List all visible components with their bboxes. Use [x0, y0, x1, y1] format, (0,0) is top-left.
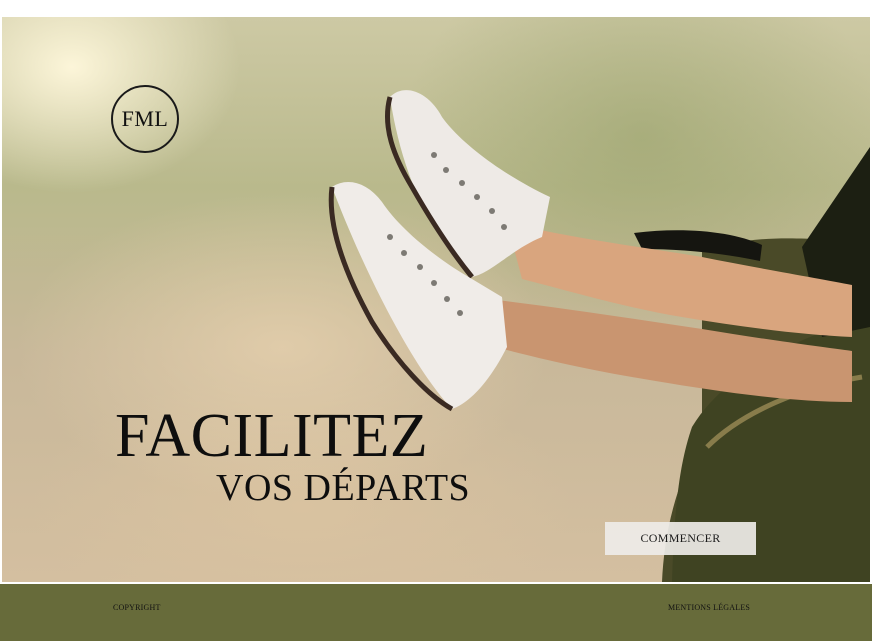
footer-copyright-link[interactable]: COPYRIGHT	[113, 603, 161, 612]
brand-logo-text: FML	[121, 106, 169, 131]
start-button-label: COMMENCER	[640, 531, 721, 545]
hero-section: FML FACILITEZ VOS DÉPARTS COMMENCER	[2, 17, 870, 582]
hero-subheadline: VOS DÉPARTS	[216, 467, 471, 509]
hero-headline: FACILITEZ	[115, 402, 429, 470]
start-button[interactable]: COMMENCER	[605, 522, 756, 555]
footer: COPYRIGHT MENTIONS LÉGALES	[0, 584, 872, 641]
footer-legal-mentions-link[interactable]: MENTIONS LÉGALES	[668, 603, 750, 612]
brand-logo[interactable]: FML	[111, 85, 179, 153]
